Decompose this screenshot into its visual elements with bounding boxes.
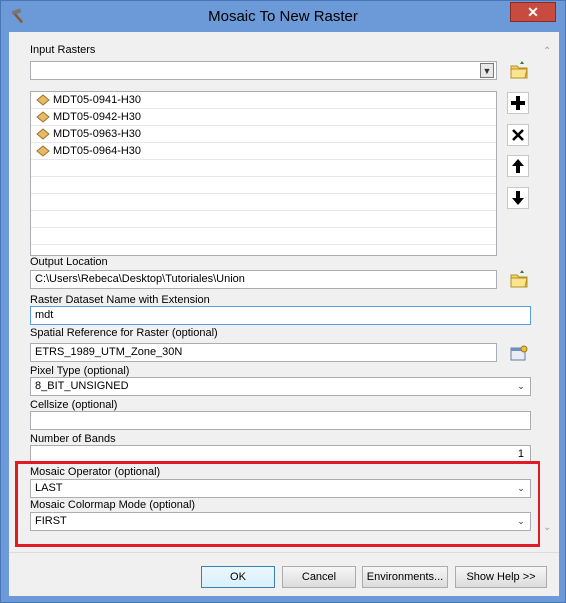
input-rasters-list[interactable]: MDT05-0941-H30 MDT05-0942-H30 MDT05-0963… <box>30 91 497 256</box>
close-button[interactable]: ✕ <box>510 2 556 22</box>
empty-row <box>31 228 496 245</box>
raster-name-field[interactable]: mdt <box>30 306 531 325</box>
raster-icon <box>36 94 50 109</box>
title-bar[interactable]: Mosaic To New Raster ✕ <box>1 1 565 32</box>
spatial-reference-properties-icon[interactable] <box>507 341 529 363</box>
dialog-window: Mosaic To New Raster ✕ Input Rasters ▼ M… <box>0 0 566 603</box>
list-item[interactable]: MDT05-0941-H30 <box>31 92 496 109</box>
pixel-type-value: 8_BIT_UNSIGNED <box>35 380 129 392</box>
list-item[interactable]: MDT05-0963-H30 <box>31 126 496 143</box>
empty-row <box>31 211 496 228</box>
parameters-panel: Input Rasters ▼ MDT05-0941-H30 MDT05-094… <box>9 32 541 552</box>
pixel-type-select[interactable]: 8_BIT_UNSIGNED ⌄ <box>30 377 531 396</box>
list-item-label: MDT05-0942-H30 <box>53 111 142 123</box>
empty-row <box>31 177 496 194</box>
list-item[interactable]: MDT05-0942-H30 <box>31 109 496 126</box>
cellsize-label: Cellsize (optional) <box>30 399 118 411</box>
spatial-reference-label: Spatial Reference for Raster (optional) <box>30 327 218 339</box>
window-title: Mosaic To New Raster <box>208 8 358 25</box>
environments-button[interactable]: Environments... <box>362 566 448 588</box>
vertical-scrollbar[interactable]: ⌃ ⌄ <box>540 32 557 552</box>
input-rasters-label: Input Rasters <box>30 44 96 56</box>
list-item-label: MDT05-0963-H30 <box>53 128 142 140</box>
empty-row <box>31 160 496 177</box>
pixel-type-label: Pixel Type (optional) <box>30 365 130 377</box>
list-item[interactable]: MDT05-0964-H30 <box>31 143 496 160</box>
cellsize-field[interactable] <box>30 411 531 430</box>
input-rasters-combo[interactable]: ▼ <box>30 61 497 80</box>
raster-name-label: Raster Dataset Name with Extension <box>30 294 210 306</box>
dialog-client: Input Rasters ▼ MDT05-0941-H30 MDT05-094… <box>9 32 559 596</box>
chevron-down-icon[interactable]: ▼ <box>480 63 494 78</box>
output-location-label: Output Location <box>30 256 108 268</box>
raster-icon <box>36 128 50 143</box>
raster-icon <box>36 145 50 160</box>
scroll-down-icon[interactable]: ⌄ <box>543 522 551 533</box>
chevron-down-icon[interactable]: ⌄ <box>514 379 528 394</box>
remove-raster-button[interactable] <box>507 124 529 146</box>
dialog-footer: OK Cancel Environments... Show Help >> <box>9 552 559 596</box>
browse-input-folder-icon[interactable] <box>507 59 529 81</box>
list-item-label: MDT05-0941-H30 <box>53 94 142 106</box>
scroll-up-icon[interactable]: ⌃ <box>543 46 551 57</box>
show-help-button[interactable]: Show Help >> <box>455 566 547 588</box>
output-location-field[interactable]: C:\Users\Rebeca\Desktop\Tutoriales\Union <box>30 270 497 289</box>
raster-icon <box>36 111 50 126</box>
list-item-label: MDT05-0964-H30 <box>53 145 142 157</box>
empty-row <box>31 194 496 211</box>
highlight-box <box>15 461 541 547</box>
browse-output-folder-icon[interactable] <box>507 268 529 290</box>
number-of-bands-label: Number of Bands <box>30 433 116 445</box>
ok-button[interactable]: OK <box>201 566 275 588</box>
add-raster-button[interactable] <box>507 92 529 114</box>
cancel-button[interactable]: Cancel <box>282 566 356 588</box>
move-down-button[interactable] <box>507 187 529 209</box>
spatial-reference-field[interactable]: ETRS_1989_UTM_Zone_30N <box>30 343 497 362</box>
move-up-button[interactable] <box>507 155 529 177</box>
